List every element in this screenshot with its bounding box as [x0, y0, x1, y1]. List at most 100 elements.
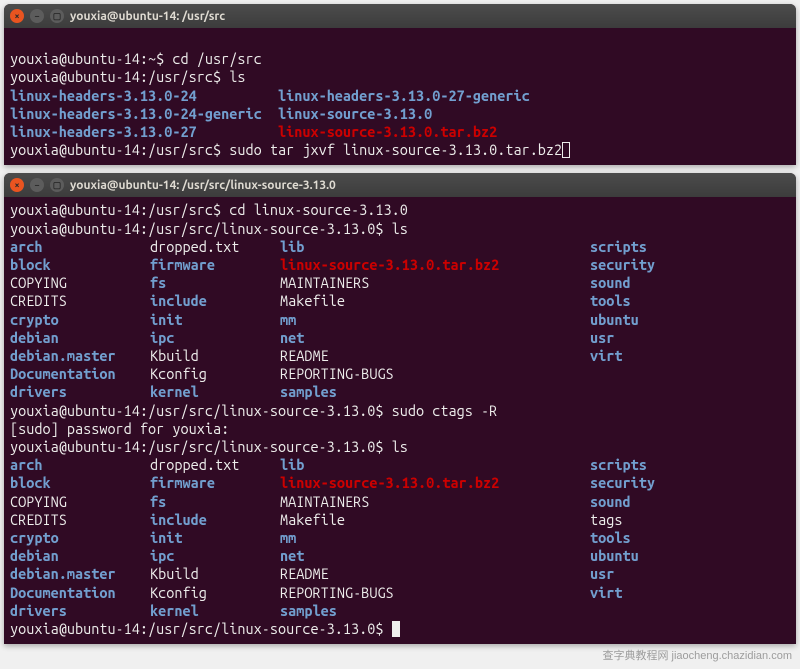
- command-text: cd linux-source-3.13.0: [229, 201, 408, 218]
- ls-entry: usr: [590, 565, 790, 583]
- prompt: youxia@ubuntu-14:~$: [10, 50, 172, 67]
- ls-entry: tags: [590, 511, 790, 529]
- ls-entry: linux-headers-3.13.0-27: [10, 123, 197, 140]
- ls-entry: fs: [150, 274, 280, 292]
- ls-entry: block: [10, 256, 150, 274]
- ls-entry: firmware: [150, 256, 280, 274]
- ls-entry: crypto: [10, 311, 150, 329]
- ls-entry: drivers: [10, 602, 150, 620]
- ls-output-2: archblockCOPYINGCREDITScryptodebiandebia…: [10, 456, 790, 620]
- ls-entry: CREDITS: [10, 292, 150, 310]
- terminal-body[interactable]: youxia@ubuntu-14:~$ cd /usr/src youxia@u…: [4, 28, 796, 165]
- ls-entry: sound: [590, 274, 790, 292]
- ls-entry: init: [150, 311, 280, 329]
- close-icon[interactable]: ×: [10, 9, 24, 23]
- ls-entry: scripts: [590, 456, 790, 474]
- ls-entry: crypto: [10, 529, 150, 547]
- ls-output-1: archblockCOPYINGCREDITScryptodebiandebia…: [10, 238, 790, 402]
- maximize-icon[interactable]: ▢: [50, 178, 64, 192]
- ls-entry: Makefile: [280, 292, 590, 310]
- ls-entry: Makefile: [280, 511, 590, 529]
- ls-entry: samples: [280, 602, 590, 620]
- ls-entry: ubuntu: [590, 311, 790, 329]
- prompt: youxia@ubuntu-14:/usr/src/linux-source-3…: [10, 402, 392, 419]
- maximize-icon[interactable]: ▢: [50, 9, 64, 23]
- cursor-icon: [392, 621, 400, 637]
- ls-entry: [590, 602, 790, 620]
- ls-entry: Kbuild: [150, 565, 280, 583]
- ls-entry: debian.master: [10, 347, 150, 365]
- ls-entry: fs: [150, 493, 280, 511]
- titlebar[interactable]: × − ▢ youxia@ubuntu-14: /usr/src/linux-s…: [4, 173, 796, 197]
- ls-entry: arch: [10, 456, 150, 474]
- ls-entry: drivers: [10, 383, 150, 401]
- command-text: ls: [392, 220, 408, 237]
- ls-entry: include: [150, 511, 280, 529]
- ls-entry: ipc: [150, 329, 280, 347]
- ls-entry: Documentation: [10, 365, 150, 383]
- ls-entry: include: [150, 292, 280, 310]
- ls-entry: arch: [10, 238, 150, 256]
- ls-entry: lib: [280, 456, 590, 474]
- ls-entry: MAINTAINERS: [280, 493, 590, 511]
- minimize-icon[interactable]: −: [30, 178, 44, 192]
- ls-entry: README: [280, 347, 590, 365]
- ls-entry: linux-source-3.13.0.tar.bz2: [280, 256, 590, 274]
- command-text: sudo tar jxvf linux-source-3.13.0.tar.bz…: [229, 141, 562, 158]
- ls-entry: kernel: [150, 383, 280, 401]
- ls-entry: scripts: [590, 238, 790, 256]
- titlebar[interactable]: × − ▢ youxia@ubuntu-14: /usr/src: [4, 4, 796, 28]
- ls-entry: kernel: [150, 602, 280, 620]
- ls-entry: virt: [590, 584, 790, 602]
- window-title: youxia@ubuntu-14: /usr/src/linux-source-…: [70, 179, 336, 192]
- ls-entry: linux-source-3.13.0: [278, 105, 432, 122]
- prompt: youxia@ubuntu-14:/usr/src$: [10, 141, 229, 158]
- ls-entry: [590, 365, 790, 383]
- ls-entry: usr: [590, 329, 790, 347]
- watermark: 查字典教程网 jiaocheng.chazidian.com: [602, 647, 792, 663]
- command-text: ls: [229, 68, 245, 85]
- ls-entry: linux-source-3.13.0.tar.bz2: [280, 474, 590, 492]
- ls-entry: CREDITS: [10, 511, 150, 529]
- sudo-password-line: [sudo] password for youxia:: [10, 420, 229, 437]
- ls-entry: dropped.txt: [150, 238, 280, 256]
- terminal-window-2: × − ▢ youxia@ubuntu-14: /usr/src/linux-s…: [4, 173, 796, 644]
- ls-entry: dropped.txt: [150, 456, 280, 474]
- ls-entry: ipc: [150, 547, 280, 565]
- ls-entry: net: [280, 547, 590, 565]
- ls-entry: Kbuild: [150, 347, 280, 365]
- ls-entry: linux-source-3.13.0.tar.bz2: [278, 123, 497, 140]
- prompt: youxia@ubuntu-14:/usr/src/linux-source-3…: [10, 438, 392, 455]
- ls-entry: linux-headers-3.13.0-24-generic: [10, 105, 262, 122]
- ls-entry: Kconfig: [150, 365, 280, 383]
- ls-entry: net: [280, 329, 590, 347]
- ls-entry: COPYING: [10, 493, 150, 511]
- ls-entry: linux-headers-3.13.0-27-generic: [278, 87, 530, 104]
- prompt: youxia@ubuntu-14:/usr/src/linux-source-3…: [10, 220, 392, 237]
- ls-entry: mm: [280, 311, 590, 329]
- ls-entry: debian: [10, 329, 150, 347]
- prompt: youxia@ubuntu-14:/usr/src$: [10, 68, 229, 85]
- command-text: ls: [392, 438, 408, 455]
- ls-entry: sound: [590, 493, 790, 511]
- ls-entry: [590, 383, 790, 401]
- minimize-icon[interactable]: −: [30, 9, 44, 23]
- ls-entry: init: [150, 529, 280, 547]
- ls-entry: security: [590, 256, 790, 274]
- prompt: youxia@ubuntu-14:/usr/src$: [10, 201, 229, 218]
- ls-entry: debian: [10, 547, 150, 565]
- ls-entry: mm: [280, 529, 590, 547]
- close-icon[interactable]: ×: [10, 178, 24, 192]
- command-text: sudo ctags -R: [392, 402, 498, 419]
- terminal-body[interactable]: youxia@ubuntu-14:/usr/src$ cd linux-sour…: [4, 197, 796, 644]
- ls-entry: samples: [280, 383, 590, 401]
- ls-entry: ubuntu: [590, 547, 790, 565]
- window-title: youxia@ubuntu-14: /usr/src: [70, 10, 225, 23]
- ls-entry: COPYING: [10, 274, 150, 292]
- ls-entry: block: [10, 474, 150, 492]
- ls-entry: Documentation: [10, 584, 150, 602]
- ls-entry: security: [590, 474, 790, 492]
- ls-entry: tools: [590, 529, 790, 547]
- ls-entry: tools: [590, 292, 790, 310]
- ls-entry: virt: [590, 347, 790, 365]
